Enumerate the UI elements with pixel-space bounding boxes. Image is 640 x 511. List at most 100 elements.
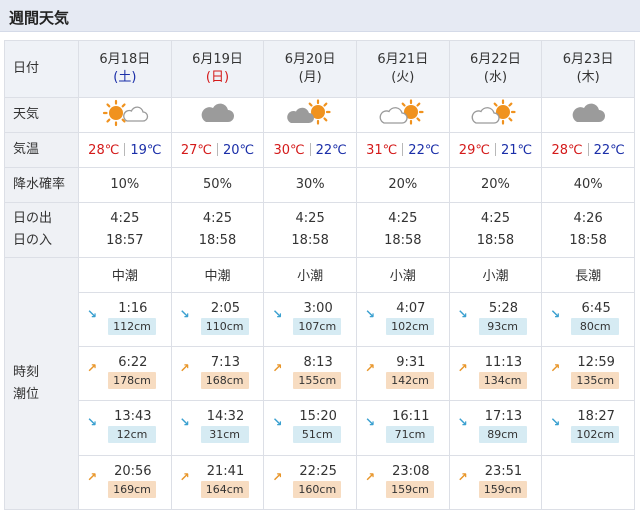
tide-cell: ↘ 18:27 102cm <box>541 400 635 456</box>
day-of-week: (木) <box>576 70 600 86</box>
tide-cell: ↗ 11:13 134cm <box>448 346 543 402</box>
low-temp: 22℃ <box>315 142 347 158</box>
tide-type-row: 時刻 潮位 中潮 中潮 小潮 小潮 小潮 長潮 <box>4 257 635 510</box>
tide-type-cell: 長潮 <box>541 257 635 293</box>
cloud-icon <box>197 99 237 131</box>
tide-time: 12:59 <box>577 355 615 371</box>
date-text: 6月23日 <box>562 52 614 68</box>
sunset-time: 18:58 <box>569 232 607 248</box>
tide-cell: ↘ 14:32 31cm <box>170 400 265 456</box>
tide-time: 18:27 <box>577 409 615 425</box>
tide-row: ↗ 6:22 178cm ↗ 7:13 168cm ↗ 8:13 155cm ↗ 9:31 142cm… <box>5 346 635 402</box>
tide-cell: ↘ 13:43 12cm <box>78 400 172 456</box>
date-cell: 6月18日 (土) <box>78 39 172 99</box>
sunrise-time: 4:26 <box>573 210 603 226</box>
date-text: 6月18日 <box>99 52 151 68</box>
tide-label-text: 時刻 <box>13 364 40 380</box>
tide-level-badge: 135cm <box>571 372 620 390</box>
high-temp: 30℃ <box>273 142 305 158</box>
weather-cell <box>78 97 172 134</box>
sun-cell: 4:26 18:58 <box>541 201 635 259</box>
tide-cell: ↗ 12:59 135cm <box>541 346 635 402</box>
weekly-weather-table: 日付 6月18日 (土) 6月19日 (日) 6月20日 (月) 6月21日 (火) 6月22日 (… <box>4 39 635 511</box>
temp-label-text: 気温 <box>13 142 40 158</box>
date-cell: 6月22日 (水) <box>448 39 543 99</box>
tide-time: 3:00 <box>303 300 333 316</box>
tide-type-cell: 小潮 <box>263 257 357 293</box>
tide-cell: ↘ 3:00 107cm <box>263 291 357 348</box>
sunset-time: 18:58 <box>384 232 422 248</box>
tide-time: 2:05 <box>210 300 241 316</box>
tide-time: 1:16 <box>118 300 148 316</box>
tide-time: 23:08 <box>392 463 430 479</box>
high-temp: 29℃ <box>458 142 490 158</box>
sunset-time: 18:58 <box>476 232 515 248</box>
tide-time: 13:43 <box>114 409 152 425</box>
temp-divider <box>587 142 589 156</box>
tide-level-badge: 107cm <box>293 317 342 335</box>
tide-level-badge: 155cm <box>293 372 342 390</box>
section-header: 週間天気 <box>0 0 640 32</box>
sunrise-time: 4:25 <box>388 210 418 226</box>
tide-level-badge: 168cm <box>200 372 249 390</box>
tide-level-badge: 142cm <box>385 372 434 390</box>
sun-cloud-icon <box>100 99 150 131</box>
tide-cell: ↗ 9:31 142cm <box>355 346 450 402</box>
sun-cell: 4:25 18:58 <box>263 201 357 259</box>
tide-cell: ↘ 2:05 110cm <box>170 291 265 348</box>
day-of-week: (日) <box>205 70 230 86</box>
rain-cell: 10% <box>78 166 172 203</box>
date-label: 日付 <box>4 39 79 99</box>
tide-time: 21:41 <box>206 463 245 479</box>
tide-time: 23:51 <box>484 463 523 479</box>
temp-divider <box>309 142 311 156</box>
tide-cell: ↗ 23:51 159cm <box>448 454 543 511</box>
temp-cell: 28℃ 19℃ <box>78 132 172 168</box>
tide-time: 7:13 <box>210 355 241 371</box>
tide-level-badge: 160cm <box>293 480 342 498</box>
date-cell: 6月19日 (日) <box>170 39 265 99</box>
day-of-week: (土) <box>113 70 137 86</box>
temp-divider <box>124 142 126 156</box>
tide-time: 16:11 <box>392 409 430 425</box>
tide-cell: ↘ 6:45 80cm <box>541 291 635 348</box>
tide-cell: ↗ 7:13 168cm <box>170 346 265 402</box>
sun-cell: 4:25 18:58 <box>170 201 265 259</box>
rain-cell: 30% <box>263 166 357 203</box>
tide-row: ↗ 20:56 169cm ↗ 21:41 164cm ↗ 22:25 160cm ↗ 23:08 1… <box>5 454 635 511</box>
temp-row: 気温 28℃ 19℃ 27℃ 20℃ 30℃ 22℃ 31℃ 22℃ 29℃ 21℃ 28℃ 22℃ <box>4 132 635 168</box>
date-text: 6月22日 <box>470 52 521 68</box>
weather-cell <box>355 97 450 134</box>
sunset-time: 18:58 <box>198 232 237 248</box>
rain-cell: 20% <box>355 166 450 203</box>
temp-cell: 31℃ 22℃ <box>355 132 450 168</box>
tide-level-badge: 110cm <box>200 317 249 335</box>
rain-cell: 20% <box>448 166 543 203</box>
date-cell: 6月21日 (火) <box>355 39 450 99</box>
tide-level-badge: 112cm <box>108 317 156 335</box>
tide-level-badge: 134cm <box>478 372 527 390</box>
cloud-sun-light-icon <box>378 99 428 131</box>
tide-cell: ↗ 22:25 160cm <box>263 454 357 511</box>
tide-level-badge: 169cm <box>108 480 156 498</box>
tide-row: ↘ 1:16 112cm ↘ 2:05 110cm ↘ 3:00 107cm ↘ 4:07 102cm… <box>5 291 635 348</box>
low-temp: 20℃ <box>222 142 255 158</box>
cloud-sun-icon <box>285 99 335 131</box>
low-temp: 22℃ <box>408 142 440 158</box>
tide-cell <box>541 454 635 511</box>
tide-label: 時刻 潮位 <box>4 257 79 510</box>
weather-label-text: 天気 <box>13 107 40 123</box>
temp-divider <box>402 142 404 156</box>
tide-type-cell: 小潮 <box>448 257 543 293</box>
sunrise-time: 4:25 <box>295 210 325 226</box>
tide-level-badge: 31cm <box>200 426 249 444</box>
tide-cell: ↘ 4:07 102cm <box>355 291 450 348</box>
sunset-time: 18:58 <box>291 232 329 248</box>
sun-cell: 4:25 18:58 <box>355 201 450 259</box>
tide-row: ↘ 13:43 12cm ↘ 14:32 31cm ↘ 15:20 51cm ↘ 16:11 71cm… <box>5 400 635 456</box>
sun-label: 日の出 日の入 <box>4 201 79 259</box>
day-of-week: (水) <box>483 70 508 86</box>
tide-type-cell: 中潮 <box>78 257 172 293</box>
temp-label: 気温 <box>4 132 79 168</box>
temp-divider <box>216 142 218 156</box>
